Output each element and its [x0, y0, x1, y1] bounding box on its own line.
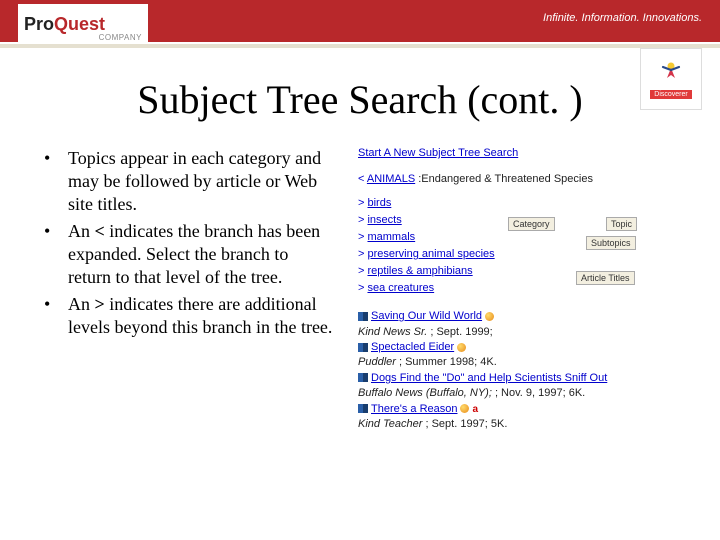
book-icon — [358, 404, 368, 413]
article-date: ; Sept. 1999; — [427, 326, 492, 338]
article-source: Kind Teacher — [358, 418, 422, 430]
article-source: Puddler — [358, 356, 396, 368]
article-link[interactable]: Dogs Find the "Do" and Help Scientists S… — [371, 372, 607, 384]
chevron-left-icon: < — [358, 173, 364, 185]
bullet-bold: < — [95, 221, 105, 241]
book-icon — [358, 312, 368, 321]
subtopic-link[interactable]: birds — [367, 197, 391, 209]
book-icon — [358, 343, 368, 352]
list-item: •An < indicates the branch has been expa… — [44, 220, 334, 289]
article-source: Kind News Sr. — [358, 326, 427, 338]
article-date: ; Nov. 9, 1997; 6K. — [492, 387, 585, 399]
article-link[interactable]: There's a Reason — [371, 403, 457, 415]
tree-panel: Start A New Subject Tree Search < ANIMAL… — [358, 147, 690, 432]
article-item: Spectacled Eider Puddler ; Summer 1998; … — [358, 340, 690, 371]
subtopic-list: > birds > insects > mammals > preserving… — [358, 195, 690, 297]
logo-pro: Pro — [24, 14, 54, 34]
page-title: Subject Tree Search (cont. ) — [0, 76, 720, 123]
bullet-list: •Topics appear in each category and may … — [44, 147, 334, 432]
logo-subtext: COMPANY — [99, 33, 142, 42]
discoverer-badge: Discoverer — [640, 48, 702, 110]
bullet-bold: > — [95, 294, 105, 314]
breadcrumb-trail: :Endangered & Threatened Species — [418, 173, 593, 185]
label-subtopics: Subtopics — [586, 236, 636, 250]
orange-dot-icon — [457, 343, 466, 352]
orange-dot-icon — [460, 404, 469, 413]
article-link[interactable]: Spectacled Eider — [371, 341, 454, 353]
bullet-text: indicates there are additional levels be… — [68, 294, 332, 337]
book-icon — [358, 373, 368, 382]
article-list: Saving Our Wild World Kind News Sr. ; Se… — [358, 309, 690, 432]
article-date: ; Summer 1998; 4K. — [396, 356, 497, 368]
label-category: Category — [508, 217, 555, 231]
red-a-icon: a — [472, 404, 478, 415]
article-date: ; Sept. 1997; 5K. — [422, 418, 507, 430]
article-item: Dogs Find the "Do" and Help Scientists S… — [358, 371, 690, 402]
header-bar: ProQuest COMPANY Infinite. Information. … — [0, 0, 720, 42]
tagline: Infinite. Information. Innovations. — [543, 12, 702, 24]
label-article-titles: Article Titles — [576, 271, 635, 285]
logo-quest: Quest — [54, 14, 105, 34]
subtopic-link[interactable]: reptiles & amphibians — [367, 265, 472, 277]
list-item: •Topics appear in each category and may … — [44, 147, 334, 216]
article-item: Saving Our Wild World Kind News Sr. ; Se… — [358, 309, 690, 340]
breadcrumb: < ANIMALS :Endangered & Threatened Speci… — [358, 173, 690, 185]
article-item: There's a Reason a Kind Teacher ; Sept. 1… — [358, 402, 690, 433]
list-item: •An > indicates there are additional lev… — [44, 293, 334, 339]
article-source: Buffalo News (Buffalo, NY); — [358, 387, 492, 399]
breadcrumb-category-link[interactable]: ANIMALS — [367, 173, 415, 185]
article-link[interactable]: Saving Our Wild World — [371, 310, 482, 322]
subtopic-link[interactable]: insects — [367, 214, 401, 226]
subtopic-link[interactable]: sea creatures — [367, 282, 434, 294]
header-divider — [0, 44, 720, 48]
bullet-text: Topics appear in each category and may b… — [68, 148, 321, 214]
subtopic-link[interactable]: mammals — [367, 231, 415, 243]
orange-dot-icon — [485, 312, 494, 321]
label-topic: Topic — [606, 217, 637, 231]
bullet-text: indicates the branch has been expanded. … — [68, 221, 320, 287]
logo: ProQuest COMPANY — [18, 4, 148, 44]
discoverer-label: Discoverer — [650, 90, 691, 99]
star-person-icon — [657, 60, 685, 88]
subtopic-link[interactable]: preserving animal species — [367, 248, 494, 260]
start-new-search-link[interactable]: Start A New Subject Tree Search — [358, 147, 690, 159]
bullet-text: An — [68, 221, 95, 241]
content-area: •Topics appear in each category and may … — [0, 147, 720, 432]
bullet-text: An — [68, 294, 95, 314]
